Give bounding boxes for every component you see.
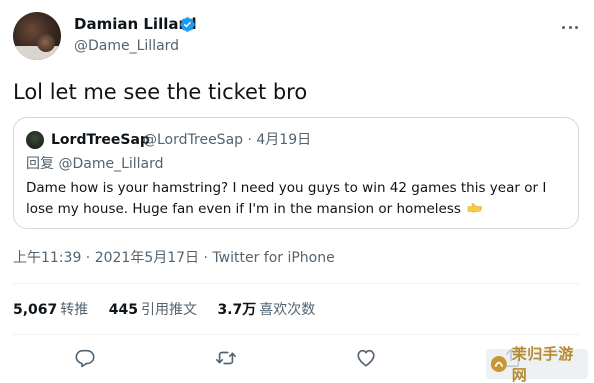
tweet-source-link[interactable]: Twitter for iPhone — [212, 250, 334, 266]
divider-bottom — [13, 334, 579, 335]
retweets-stat[interactable]: 5,067 转推 — [13, 300, 88, 320]
tweet-text: Lol let me see the ticket bro — [13, 80, 308, 104]
retweets-count: 5,067 — [13, 302, 58, 318]
retweets-label: 转推 — [60, 302, 89, 318]
like-icon[interactable] — [355, 347, 377, 369]
reply-icon[interactable] — [74, 347, 96, 369]
watermark-logo-icon — [490, 356, 507, 372]
watermark-text: 茉归手游网 — [511, 345, 574, 383]
avatar-face-shape — [37, 34, 55, 52]
quoted-author-name: LordTreeSap — [51, 132, 150, 148]
tweet-meta: 上午11:39 · 2021年5月17日 · Twitter for iPhon… — [13, 248, 335, 268]
quotes-count: 445 — [108, 302, 138, 318]
quotes-stat[interactable]: 445 引用推文 — [109, 300, 197, 320]
quoted-author-handle-date: @LordTreeSap · 4月19日 — [143, 132, 312, 148]
divider-top — [13, 283, 579, 284]
quoted-author-avatar — [26, 131, 44, 149]
likes-stat[interactable]: 3.7万 喜欢次数 — [217, 300, 315, 320]
likes-count: 3.7万 — [217, 302, 257, 318]
reply-mention-link[interactable]: @Dame_Lillard — [58, 156, 163, 172]
likes-label: 喜欢次数 — [259, 302, 316, 318]
retweet-icon[interactable] — [215, 347, 237, 369]
site-watermark: 茉归手游网 — [486, 345, 588, 383]
verified-badge-icon — [180, 17, 195, 32]
quotes-label: 引用推文 — [140, 302, 197, 318]
hand-icon — [467, 203, 483, 213]
tweet-stats: 5,067 转推 445 引用推文 3.7万 喜欢次数 — [13, 300, 331, 320]
quoted-reply-context: 回复 @Dame_Lillard — [26, 155, 164, 173]
quoted-tweet-card[interactable]: LordTreeSap @LordTreeSap · 4月19日 回复 @Dam… — [13, 117, 579, 229]
more-options-icon[interactable] — [560, 17, 580, 37]
author-handle[interactable]: @Dame_Lillard — [74, 36, 179, 56]
author-avatar[interactable] — [13, 12, 61, 60]
avatar-shirt-shape — [13, 46, 61, 60]
quoted-tweet-text: Dame how is your hamstring? I need you g… — [26, 178, 571, 220]
tweet-timestamp[interactable]: 上午11:39 · 2021年5月17日 · — [13, 250, 212, 266]
reply-prefix: 回复 — [26, 156, 54, 172]
